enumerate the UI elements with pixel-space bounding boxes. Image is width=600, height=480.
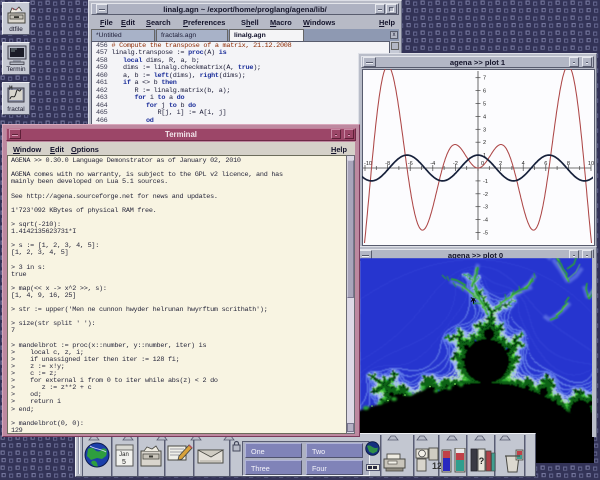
svg-text:12: 12 [432,461,441,471]
svg-text:-6: -6 [408,161,413,167]
svg-text:2: 2 [483,140,486,146]
svg-text:2: 2 [499,161,502,167]
svg-text:-4: -4 [483,218,488,224]
svg-text:-2: -2 [483,192,488,198]
svg-text:6: 6 [483,89,486,95]
svg-text:8: 8 [567,161,570,167]
svg-text:-2: -2 [453,161,458,167]
svg-text:-3: -3 [483,205,488,211]
svg-text:-10: -10 [364,161,372,167]
svg-text:3: 3 [483,127,486,133]
svg-text:7: 7 [483,76,486,82]
svg-text:4: 4 [483,114,486,120]
svg-text:-1: -1 [483,179,488,185]
svg-text:-8: -8 [385,161,390,167]
svg-text:?: ? [479,456,485,466]
svg-text:-4: -4 [430,161,435,167]
svg-text:M: M [9,85,13,92]
svg-text:-5: -5 [483,231,488,237]
svg-text:4: 4 [522,161,525,167]
svg-text:10: 10 [588,161,594,167]
svg-text:6: 6 [544,161,547,167]
svg-text:5: 5 [483,102,486,108]
svg-text:5: 5 [122,459,126,466]
svg-text:Jan: Jan [119,452,129,458]
